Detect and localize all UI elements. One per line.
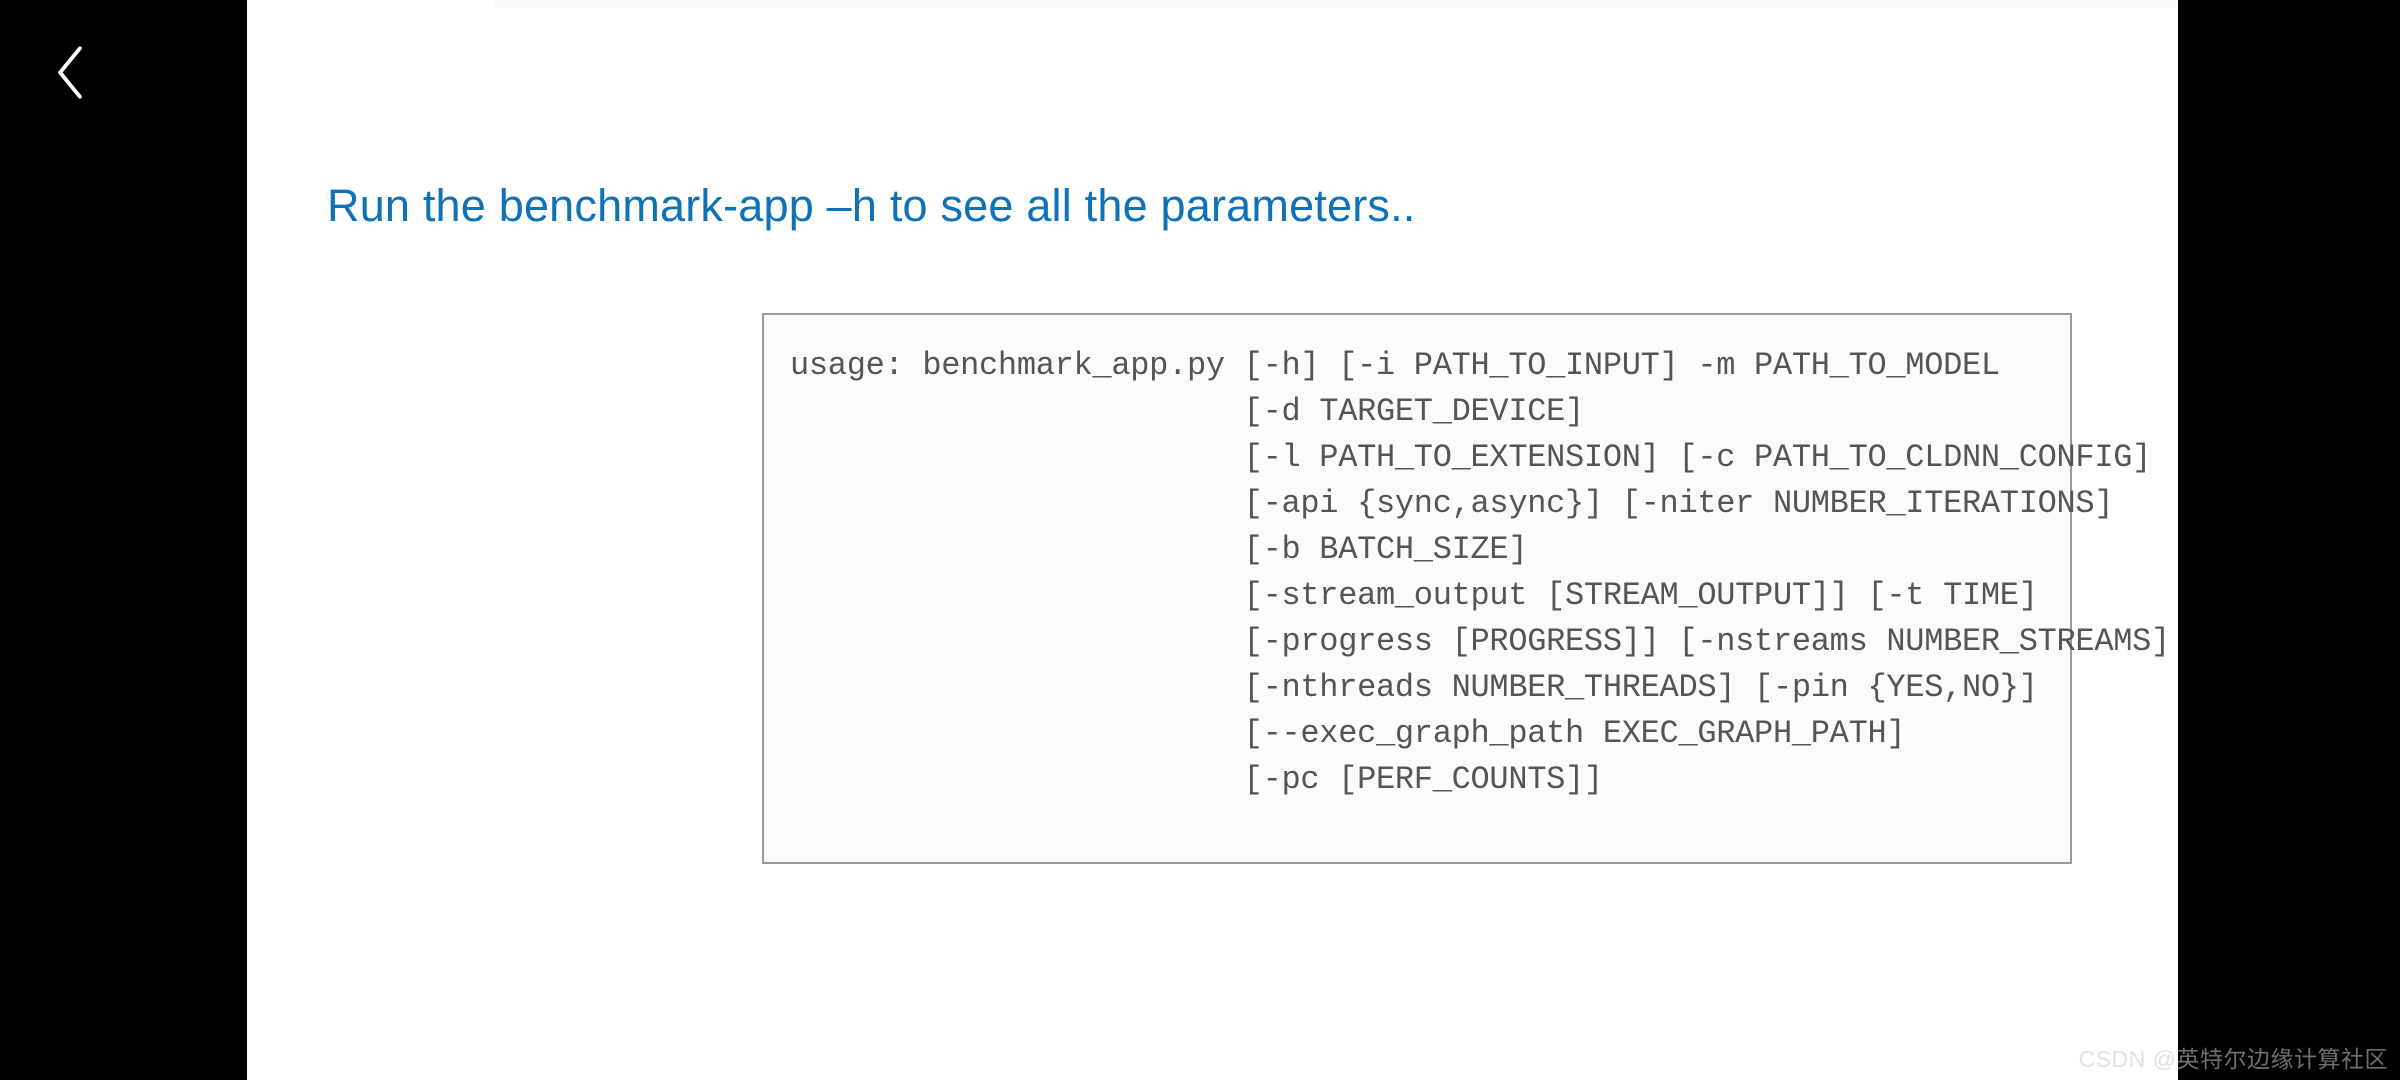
- usage-text: usage: benchmark_app.py [-h] [-i PATH_TO…: [790, 343, 2044, 803]
- slide-content: Run the benchmark-app –h to see all the …: [247, 0, 2178, 1080]
- back-button[interactable]: [40, 42, 100, 102]
- slide-title: Run the benchmark-app –h to see all the …: [327, 180, 1416, 232]
- slide-top-edge: [494, 0, 2400, 8]
- chevron-left-icon: [50, 45, 90, 100]
- watermark: CSDN @英特尔边缘计算社区: [2079, 1040, 2388, 1074]
- code-block: usage: benchmark_app.py [-h] [-i PATH_TO…: [762, 313, 2072, 864]
